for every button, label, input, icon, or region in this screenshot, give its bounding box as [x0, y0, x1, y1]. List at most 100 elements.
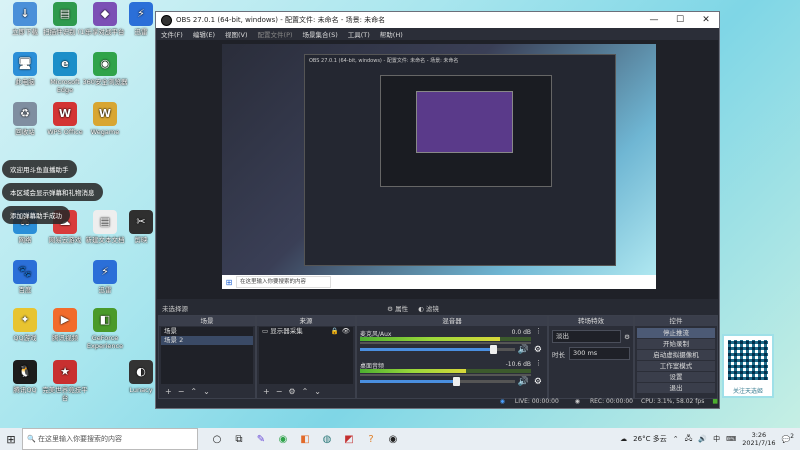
desktop-icon[interactable]: ★ 完美世界竞技平台: [42, 360, 88, 402]
clock[interactable]: 3:26 2021/7/16: [742, 431, 775, 447]
obs-taskbar-icon[interactable]: ◉: [382, 434, 404, 445]
app-icon: W: [53, 102, 77, 126]
move-down-icon[interactable]: ⌄: [314, 387, 321, 396]
level-fill: [360, 369, 467, 373]
monitor-icon: ▭: [262, 327, 269, 335]
source-item[interactable]: ▭ 显示器采集 👁 🔒: [259, 327, 353, 336]
stream-health-icon: ■: [712, 398, 718, 405]
add-icon[interactable]: +: [263, 387, 270, 396]
selection-label: 未选择源: [162, 305, 188, 313]
virtual-camera-button[interactable]: 启动虚拟摄像机: [637, 350, 715, 360]
volume-knob[interactable]: [490, 345, 498, 354]
stop-streaming-button[interactable]: 停止推流: [637, 328, 715, 338]
preview-taskbar: ⊞ 在这里输入你要搜索的内容: [222, 275, 656, 289]
desktop-icon[interactable]: ◧ GeForce Experience: [82, 308, 128, 350]
filters-button[interactable]: ◐ 滤镜: [418, 303, 439, 313]
app-icon: 🖥: [13, 52, 37, 76]
duration-input[interactable]: 300 ms: [569, 347, 630, 360]
volume-slider[interactable]: [360, 377, 515, 386]
duration-label: 时长: [552, 350, 565, 359]
weather-text[interactable]: 26°C 多云: [633, 434, 667, 444]
nested-preview-inner: [380, 75, 552, 187]
menu-view[interactable]: 视图(V): [225, 29, 248, 39]
sources-dock: 来源 ▭ 显示器采集 👁 🔒 + − ⚙ ⌃ ⌄: [256, 315, 356, 399]
gear-icon[interactable]: ⚙: [624, 333, 630, 341]
gear-icon[interactable]: ⚙: [534, 345, 542, 355]
rec-status: ◉ REC: 00:00:00: [567, 398, 633, 405]
exit-button[interactable]: 退出: [637, 383, 715, 393]
menu-tools[interactable]: 工具(T): [348, 29, 370, 39]
app-icon: ✦: [13, 308, 37, 332]
maximize-button[interactable]: ☐: [667, 15, 693, 25]
task-view-icon[interactable]: ○: [206, 434, 228, 445]
desktop-icon[interactable]: W Wegame: [82, 102, 128, 136]
tray-chevron-icon[interactable]: ⌃: [673, 435, 679, 443]
browser-icon[interactable]: ◉: [272, 434, 294, 445]
minimize-button[interactable]: —: [641, 15, 667, 25]
settings-icon[interactable]: ⚙: [288, 387, 295, 396]
menu-edit[interactable]: 编辑(E): [193, 29, 215, 39]
transition-select[interactable]: 淡出: [552, 330, 622, 343]
channel-menu-icon[interactable]: ⋮: [535, 327, 542, 335]
app-icon[interactable]: ?: [360, 434, 382, 445]
volume-slider[interactable]: [360, 345, 515, 354]
scene-item[interactable]: 场景 2: [161, 336, 253, 345]
windows-icon: ⊞: [225, 277, 233, 287]
scene-item[interactable]: 场景: [161, 327, 253, 336]
sources-list: ▭ 显示器采集 👁 🔒: [259, 327, 353, 384]
mixer-dock: 混音器 麦克风/Aux 0.0 dB ⋮ 🔊 ⚙ 桌面音频 -10.6 dB ⋮…: [356, 315, 548, 399]
nested-title: OBS 27.0.1 (64-bit, windows) - 配置文件: 未命名…: [309, 58, 459, 64]
input-icon[interactable]: ⌨: [726, 435, 736, 443]
preview-canvas[interactable]: OBS 27.0.1 (64-bit, windows) - 配置文件: 未命名…: [222, 44, 656, 289]
app-icon[interactable]: ◧: [294, 434, 316, 445]
level-meter: [360, 369, 531, 373]
start-button[interactable]: ⊞: [0, 433, 22, 446]
app-icon: ◐: [129, 360, 153, 384]
menu-profile[interactable]: 配置文件(P): [258, 29, 293, 39]
settings-button[interactable]: 设置: [637, 372, 715, 382]
move-down-icon[interactable]: ⌄: [203, 387, 210, 396]
visibility-icon[interactable]: 👁: [342, 327, 350, 336]
app-icon[interactable]: ◩: [338, 434, 360, 445]
close-button[interactable]: ✕: [693, 15, 719, 25]
speaker-icon[interactable]: 🔊: [518, 345, 529, 355]
menu-help[interactable]: 帮助(H): [380, 29, 403, 39]
app-icon: ✂: [129, 210, 153, 234]
desktop-icon[interactable]: 🐾 百度: [2, 260, 48, 294]
studio-mode-button[interactable]: 工作室模式: [637, 361, 715, 371]
level-meter-secondary: [360, 374, 531, 376]
ime-indicator[interactable]: 中: [713, 434, 720, 444]
notification-icon[interactable]: 💬2: [782, 434, 794, 443]
task-switch-icon[interactable]: ⧉: [228, 434, 250, 445]
system-tray: ☁ 26°C 多云 ⌃ 🖧 🔊 中 ⌨ 3:26 2021/7/16 💬2: [620, 431, 800, 447]
live-icon: ◉: [499, 398, 505, 405]
app-icon: ▶: [53, 308, 77, 332]
taskbar-search[interactable]: 🔍 在这里输入你要搜索的内容: [22, 428, 198, 450]
move-up-icon[interactable]: ⌃: [302, 387, 309, 396]
desktop-icon[interactable]: ◉ 360安全浏览器: [82, 52, 128, 86]
properties-button[interactable]: ⚙ 属性: [387, 303, 408, 313]
volume-icon[interactable]: 🔊: [698, 435, 707, 443]
desktop-icon[interactable]: ⚡ 迅雷: [82, 260, 128, 294]
channel-menu-icon[interactable]: ⋮: [535, 359, 542, 367]
volume-knob[interactable]: [453, 377, 461, 386]
level-fill: [360, 337, 501, 341]
speaker-icon[interactable]: 🔊: [518, 377, 529, 387]
start-recording-button[interactable]: 开始录制: [637, 339, 715, 349]
menu-file[interactable]: 文件(F): [161, 29, 183, 39]
network-icon[interactable]: 🖧: [685, 434, 693, 445]
lock-icon[interactable]: 🔒: [331, 327, 339, 336]
remove-icon[interactable]: −: [178, 387, 185, 396]
move-up-icon[interactable]: ⌃: [190, 387, 197, 396]
remove-icon[interactable]: −: [276, 387, 283, 396]
app-icon[interactable]: ◍: [316, 434, 338, 445]
app-icon: ▤: [93, 210, 117, 234]
menu-scene-collection[interactable]: 场景集合(S): [303, 29, 338, 39]
store-icon[interactable]: ✎: [250, 434, 272, 445]
app-icon: ▤: [53, 2, 77, 26]
add-icon[interactable]: +: [165, 387, 172, 396]
app-icon: ◉: [93, 52, 117, 76]
title-bar[interactable]: OBS 27.0.1 (64-bit, windows) - 配置文件: 未命名…: [156, 12, 719, 28]
gear-icon[interactable]: ⚙: [534, 377, 542, 387]
desktop-audio-channel: 桌面音频 -10.6 dB ⋮ 🔊 ⚙: [359, 359, 545, 391]
